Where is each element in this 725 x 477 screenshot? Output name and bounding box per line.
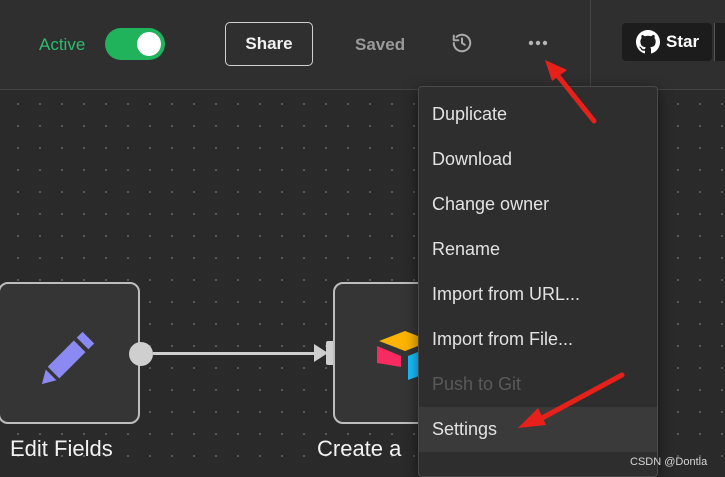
connection-line [153,352,317,355]
menu-item-import-file[interactable]: Import from File... [419,317,657,362]
menu-item-duplicate[interactable]: Duplicate [419,92,657,137]
header-divider [590,0,591,90]
workflow-options-menu: Duplicate Download Change owner Rename I… [418,86,658,477]
star-count-button[interactable] [714,23,725,61]
active-toggle[interactable] [105,28,165,60]
pencil-icon [41,331,95,385]
menu-item-push-to-git: Push to Git [432,374,522,394]
star-label: Star [666,32,700,51]
menu-item-download[interactable]: Download [419,137,657,182]
github-star-button[interactable]: Star [622,23,712,61]
github-icon [636,30,660,54]
workflow-node-edit-fields[interactable] [0,282,140,424]
active-label: Active [39,35,86,54]
saved-status: Saved [355,35,406,54]
watermark: CSDN @Dontla [630,456,708,468]
menu-item-import-url[interactable]: Import from URL... [419,272,657,317]
history-icon[interactable] [451,32,473,54]
node-label: Create a [317,436,402,461]
top-bar: Active Share Saved Star [0,0,725,90]
share-button[interactable]: Share [225,22,313,66]
toggle-knob [137,32,161,56]
menu-item-rename[interactable]: Rename [419,227,657,272]
menu-item-settings[interactable]: Settings [419,407,657,452]
node-label: Edit Fields [10,436,113,461]
node-output-handle[interactable] [129,342,153,366]
menu-item-change-owner[interactable]: Change owner [419,182,657,227]
more-horizontal-icon[interactable] [526,33,550,53]
